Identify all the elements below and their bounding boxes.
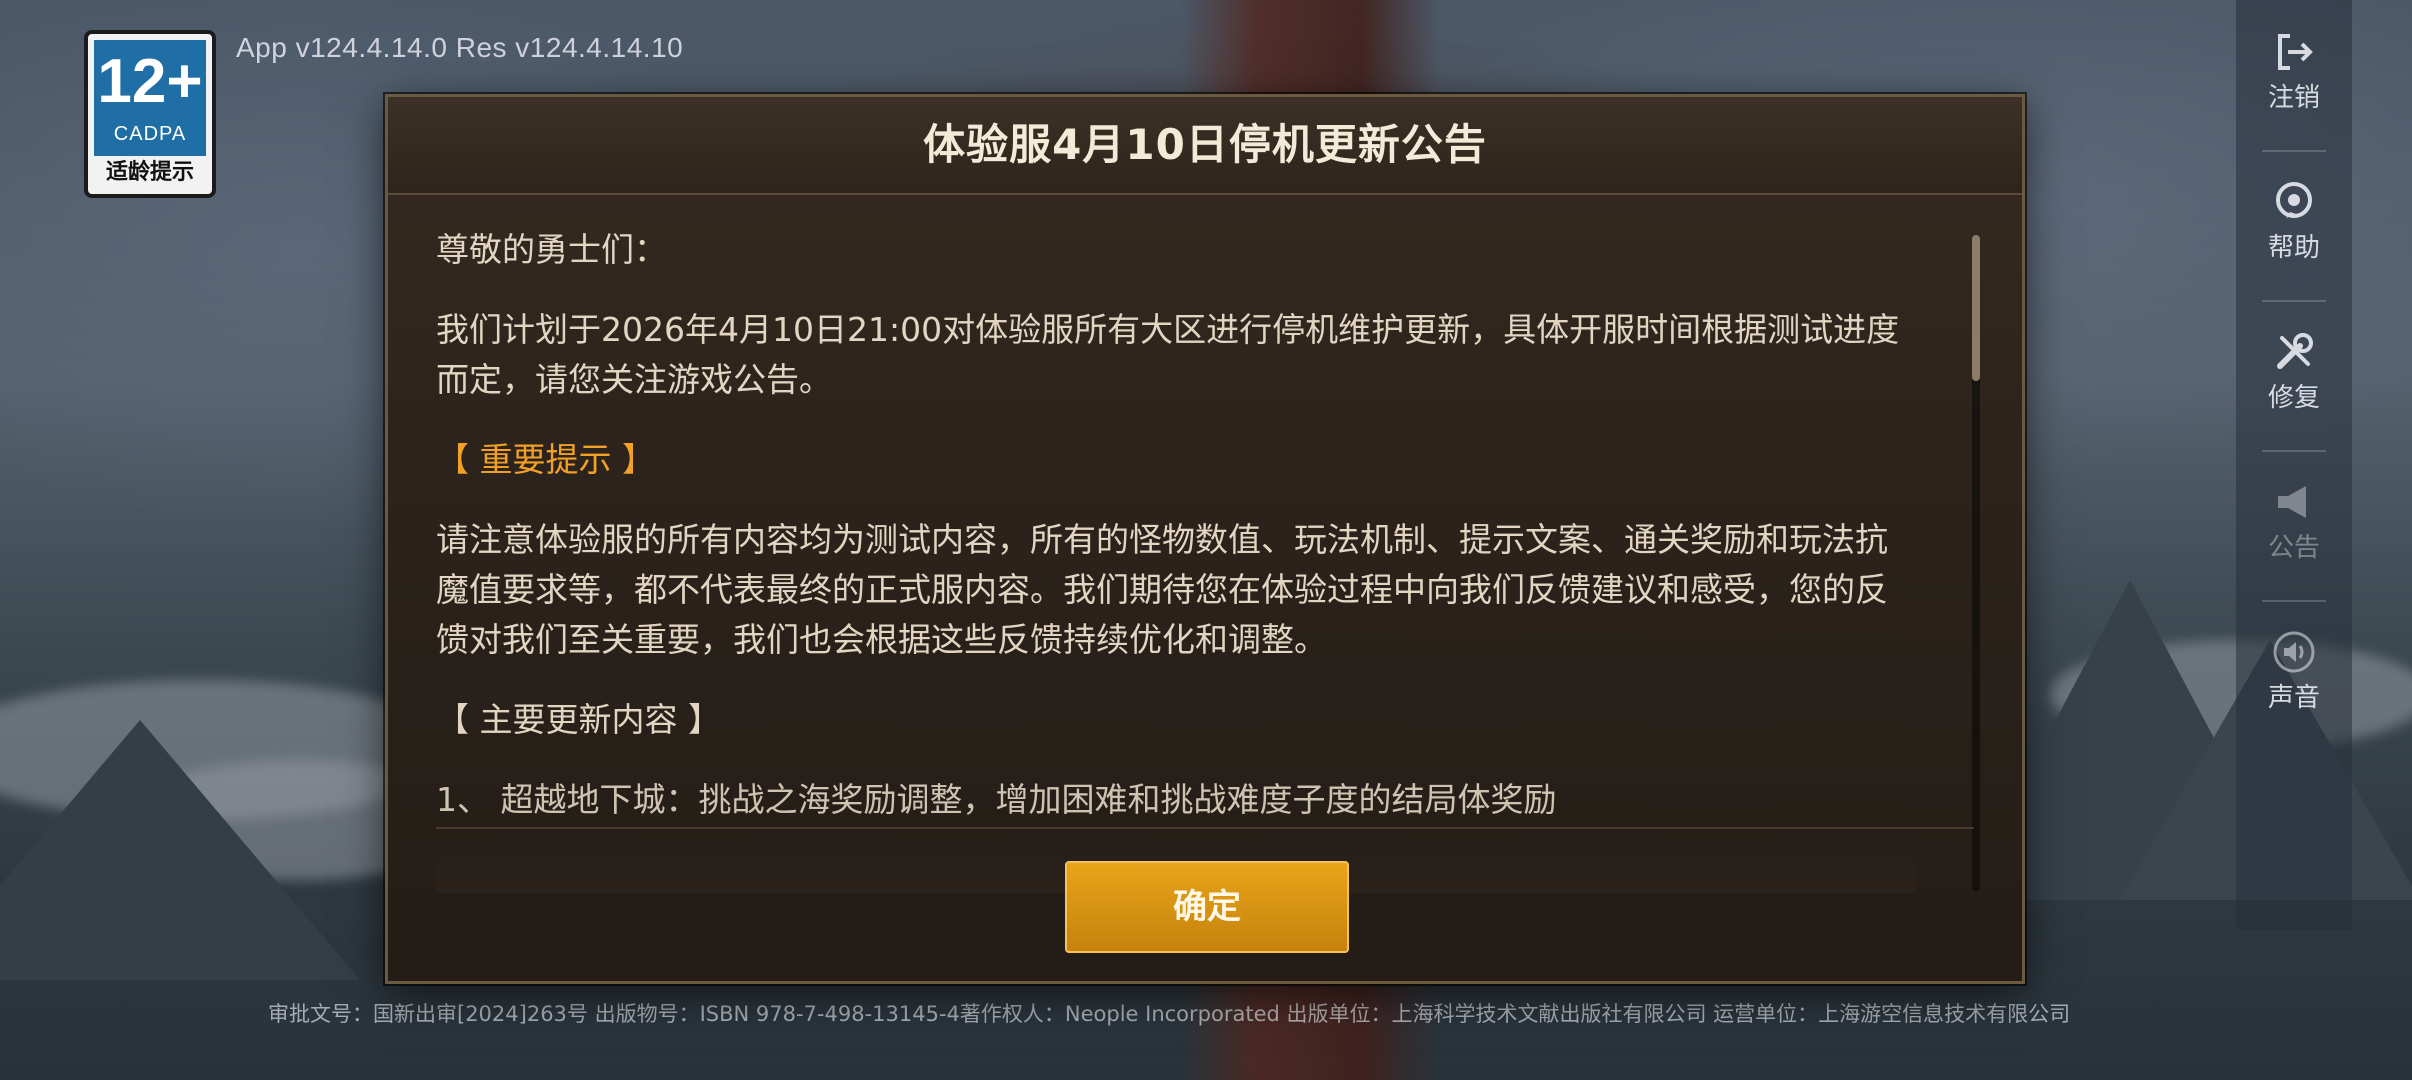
important-paragraph: 请注意体验服的所有内容均为测试内容，所有的怪物数值、玩法机制、提示文案、通关奖励… [436, 520, 1888, 659]
logout-icon [2278, 34, 2313, 70]
side-menu: 注销 帮助 修复 公告 声音 [2236, 0, 2352, 930]
help-icon [2276, 182, 2312, 218]
side-item-label: 帮助 [2267, 233, 2320, 263]
age-rating-panel: 12+ CADPA [94, 40, 206, 156]
scrollbar-thumb[interactable] [1972, 235, 1980, 381]
age-rating-label: 适龄提示 [105, 160, 194, 185]
dialog-header: 体验服4月10日停机更新公告 [388, 97, 2022, 195]
side-item-label: 注销 [2267, 83, 2320, 113]
publication-info: 审批文号：国新出审[2024]263号 出版物号：ISBN 978-7-498-… [268, 1002, 2071, 1026]
updates-heading: 【 主要更新内容 】 [436, 700, 721, 739]
announcement-icon [2278, 486, 2306, 518]
greeting-text: 尊敬的勇士们： [436, 230, 667, 269]
age-rating-number: 12+ [97, 47, 203, 116]
age-rating-org: CADPA [113, 123, 187, 145]
side-item-announcement[interactable]: 公告 [2236, 450, 2352, 580]
dialog-title: 体验服4月10日停机更新公告 [923, 120, 1487, 169]
side-item-sound[interactable]: 声音 [2236, 600, 2352, 730]
dialog-content[interactable]: 尊敬的勇士们： 我们计划于2026年4月10日21:00对体验服所有大区进行停机… [436, 225, 1916, 893]
announcement-dialog: 体验服4月10日停机更新公告 尊敬的勇士们： 我们计划于2026年4月10日21… [385, 94, 2025, 984]
repair-icon [2277, 333, 2313, 369]
side-item-label: 修复 [2267, 383, 2320, 413]
dialog-scrollbar[interactable] [1972, 235, 1980, 891]
update-item: 1、 超越地下城：挑战之海奖励调整，增加困难和挑战难度子度的结局体奖励 [436, 780, 1557, 819]
dialog-divider [436, 827, 1974, 829]
side-item-label: 公告 [2267, 533, 2320, 563]
important-heading: 【 重要提示 】 [436, 440, 655, 479]
side-item-repair[interactable]: 修复 [2236, 300, 2352, 430]
sound-icon [2273, 631, 2315, 673]
age-rating-badge[interactable]: 12+ CADPA 适龄提示 [84, 30, 216, 198]
intro-paragraph: 我们计划于2026年4月10日21:00对体验服所有大区进行停机维护更新，具体开… [436, 310, 1900, 399]
version-text: App v124.4.14.0 Res v124.4.14.10 [236, 32, 684, 63]
confirm-button[interactable]: 确定 [1065, 861, 1349, 953]
side-item-label: 声音 [2267, 683, 2320, 713]
side-item-help[interactable]: 帮助 [2236, 150, 2352, 280]
side-item-logout[interactable]: 注销 [2236, 0, 2352, 130]
